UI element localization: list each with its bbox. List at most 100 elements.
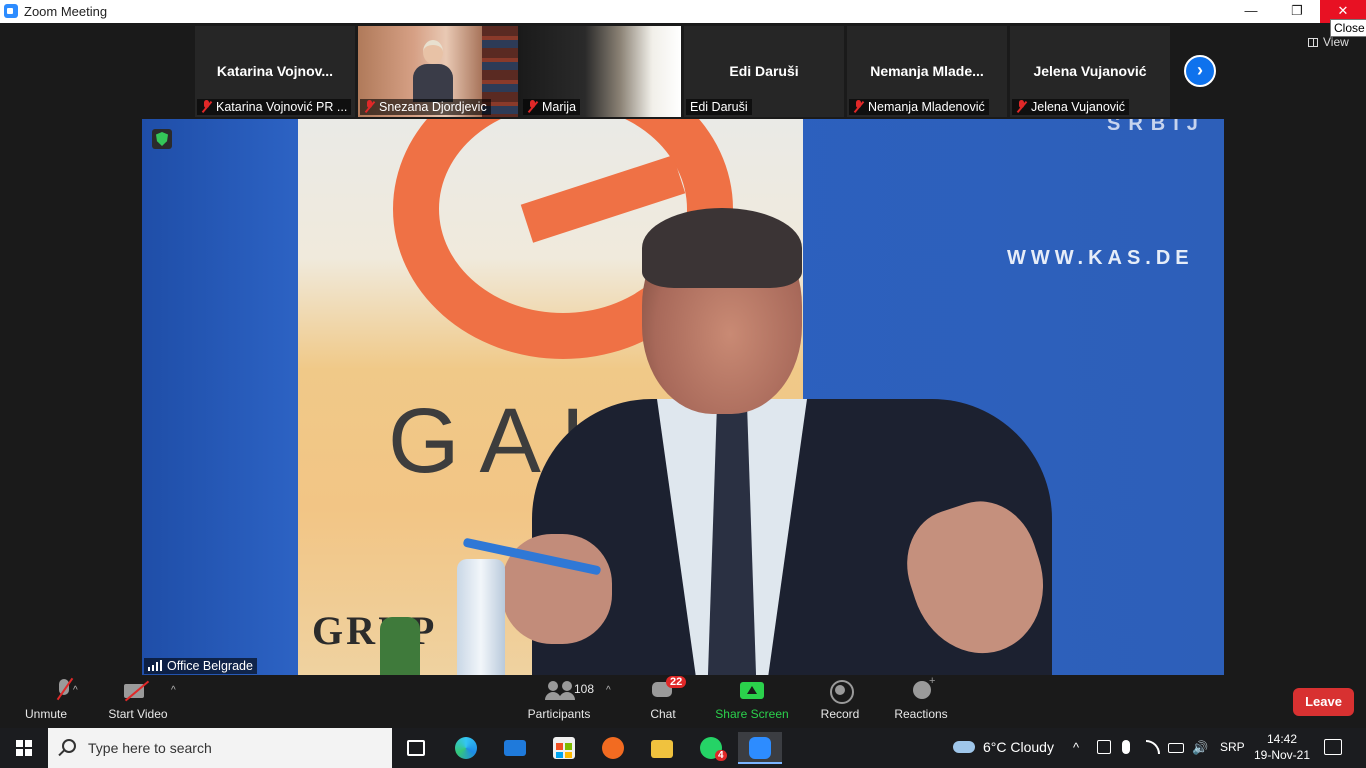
wifi-icon[interactable] <box>1146 740 1160 754</box>
video-off-camera-icon <box>104 679 172 701</box>
chat-label: Chat <box>650 707 676 721</box>
video-options-caret-icon[interactable]: ^ <box>171 685 176 696</box>
mail-icon <box>504 740 526 756</box>
mic-muted-icon <box>527 100 538 113</box>
minimize-button[interactable]: — <box>1228 0 1274 23</box>
participant-tile[interactable]: Jelena Vujanović Jelena Vujanović <box>1010 26 1170 117</box>
meeting-toolbar: Unmute ^ Start Video ^ 108 Participants … <box>0 675 1366 728</box>
encryption-shield-icon[interactable] <box>152 129 172 149</box>
speaker-name-text: Office Belgrade <box>167 659 253 673</box>
start-video-label: Start Video <box>108 707 168 721</box>
participant-tile[interactable]: Marija <box>521 26 681 117</box>
taskbar-clock[interactable]: 14:42 19-Nov-21 <box>1252 731 1312 763</box>
view-label: View <box>1323 35 1349 49</box>
unmute-label: Unmute <box>24 707 68 721</box>
participant-display-name: Katarina Vojnov... <box>216 63 334 79</box>
weather-text: 6°C Cloudy <box>983 739 1054 755</box>
participants-button[interactable]: 108 Participants <box>522 679 596 721</box>
mic-muted-icon <box>1016 100 1027 113</box>
weather-widget[interactable]: 6°C Cloudy <box>953 739 1054 755</box>
mic-muted-icon <box>853 100 864 113</box>
taskbar-edge[interactable] <box>444 732 488 764</box>
water-bottle <box>457 559 505 675</box>
record-label: Record <box>820 707 860 721</box>
participant-name-text: Katarina Vojnović PR ... <box>216 100 348 114</box>
notification-center-icon[interactable] <box>1324 739 1342 755</box>
participant-tile[interactable]: Snezana Djordjevic <box>358 26 518 117</box>
reactions-button[interactable]: Reactions <box>890 675 952 721</box>
folder-icon <box>651 740 673 758</box>
taskbar-zoom[interactable] <box>738 732 782 764</box>
speaker-figure <box>442 208 1162 675</box>
share-screen-button[interactable]: Share Screen <box>712 679 792 721</box>
speaker-name-label: Office Belgrade <box>144 658 257 674</box>
participant-tile[interactable]: Nemanja Mlade... Nemanja Mladenović <box>847 26 1007 117</box>
record-button[interactable]: Record <box>814 679 866 721</box>
participants-options-caret-icon[interactable]: ^ <box>606 685 611 696</box>
taskbar-search-input[interactable]: Type here to search <box>48 728 392 768</box>
green-bottle <box>380 617 420 675</box>
windows-start-icon[interactable] <box>16 740 32 756</box>
smiley-reaction-icon <box>890 675 952 701</box>
window-title-bar: Zoom Meeting — ❐ ✕ Close <box>0 0 1366 37</box>
input-language-indicator[interactable]: SRP <box>1220 740 1245 754</box>
taskbar-mail[interactable] <box>493 732 537 764</box>
battery-icon[interactable] <box>1168 743 1184 753</box>
next-page-arrow-icon[interactable]: › <box>1184 55 1216 87</box>
participant-name-label: Jelena Vujanović <box>1012 99 1130 115</box>
participant-tile[interactable]: Katarina Vojnov... Katarina Vojnović PR … <box>195 26 355 117</box>
signal-bars-icon <box>148 660 162 671</box>
show-hidden-icons-chevron-icon[interactable]: ^ <box>1073 740 1079 755</box>
participant-name-text: Marija <box>542 100 577 114</box>
mic-muted-icon <box>364 100 375 113</box>
audio-options-caret-icon[interactable]: ^ <box>73 685 78 696</box>
zoom-app-icon <box>4 4 18 18</box>
start-video-button[interactable]: Start Video <box>104 679 172 721</box>
mic-muted-icon <box>201 100 212 113</box>
participants-icon <box>544 679 576 701</box>
participant-display-name: Edi Daruši <box>729 63 799 79</box>
participant-name-label: Edi Daruši <box>686 99 752 115</box>
whatsapp-unread-badge: 4 <box>715 750 727 761</box>
window-title: Zoom Meeting <box>24 4 108 19</box>
participants-count: 108 <box>574 682 595 696</box>
unmute-button[interactable]: Unmute <box>18 679 74 721</box>
search-icon <box>62 739 76 753</box>
share-screen-label: Share Screen <box>715 707 789 721</box>
taskbar-brave[interactable] <box>591 732 635 764</box>
participant-tile[interactable]: Edi Daruši Edi Daruši <box>684 26 844 117</box>
task-view-icon <box>407 740 425 756</box>
close-tooltip: Close <box>1330 19 1366 37</box>
search-placeholder: Type here to search <box>88 740 212 756</box>
view-button[interactable]: View <box>1308 35 1349 49</box>
participant-name-label: Katarina Vojnović PR ... <box>197 99 351 115</box>
participant-gallery-strip: Katarina Vojnov... Katarina Vojnović PR … <box>0 23 1366 119</box>
taskbar-store[interactable] <box>542 732 586 764</box>
meet-now-icon[interactable] <box>1097 740 1111 754</box>
volume-icon[interactable]: 🔊 <box>1192 740 1208 756</box>
restore-button[interactable]: ❐ <box>1274 0 1320 23</box>
clock-time: 14:42 <box>1266 732 1298 746</box>
participant-display-name: Nemanja Mlade... <box>870 63 984 79</box>
clock-date: 19-Nov-21 <box>1253 748 1311 762</box>
participant-name-label: Snezana Djordjevic <box>360 99 491 115</box>
taskbar-whatsapp[interactable]: 4 <box>689 732 733 764</box>
windows-taskbar: Type here to search 4 6°C Cloudy ^ 🔊 SRP… <box>0 728 1366 768</box>
microphone-tray-icon[interactable] <box>1122 740 1130 754</box>
brave-browser-icon <box>602 737 624 759</box>
participant-name-text: Nemanja Mladenović <box>868 100 985 114</box>
edge-browser-icon <box>455 737 477 759</box>
participant-name-label: Marija <box>523 99 581 115</box>
active-speaker-video[interactable]: SRBIJ GAL GRUP WWW.KAS.DE Office Belgrad… <box>142 119 1224 675</box>
participant-name-text: Snezana Djordjevic <box>379 100 487 114</box>
banner-text-top: SRBIJ <box>1107 119 1206 135</box>
chat-button[interactable]: 22 Chat <box>642 676 687 721</box>
participant-video-image <box>413 40 453 102</box>
reactions-label: Reactions <box>894 707 948 721</box>
leave-meeting-button[interactable]: Leave <box>1293 688 1354 716</box>
zoom-video-icon <box>749 737 771 759</box>
share-screen-icon <box>712 679 792 701</box>
taskbar-file-explorer[interactable] <box>640 732 684 764</box>
muted-microphone-icon <box>37 679 69 701</box>
task-view-button[interactable] <box>394 732 438 764</box>
